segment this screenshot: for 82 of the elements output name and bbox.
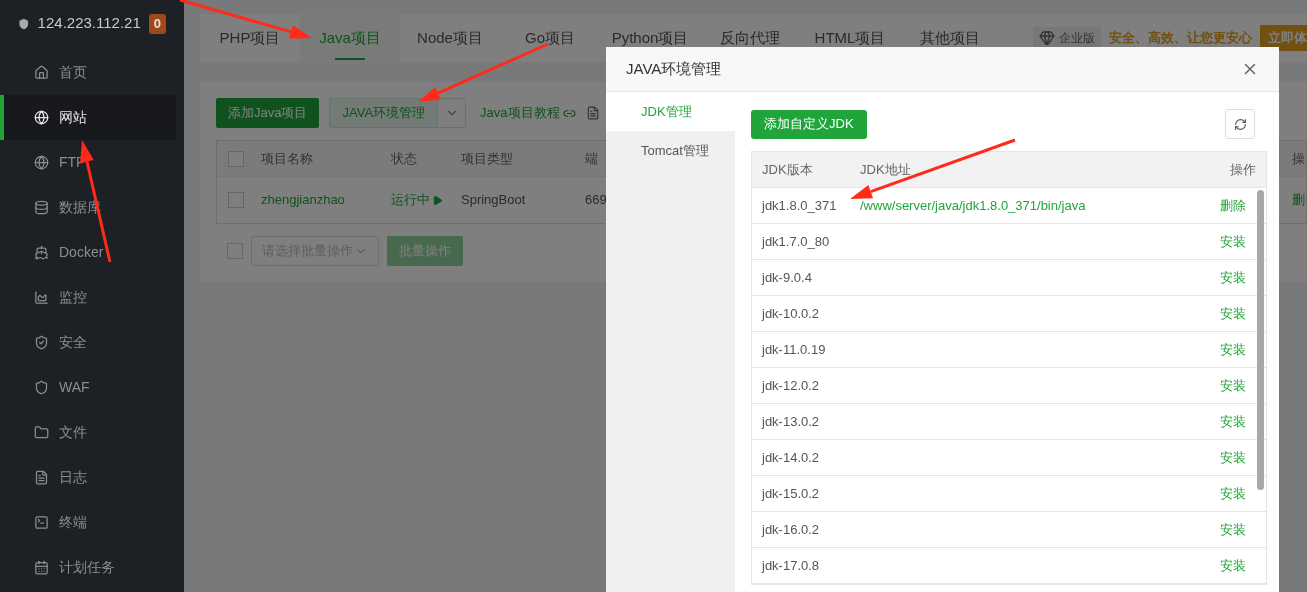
column-header: 端 — [585, 149, 599, 168]
table-cell-text: jdk-10.0.2 — [762, 304, 821, 323]
tab[interactable]: Go项目 — [500, 14, 600, 62]
table-cell-text: jdk-14.0.2 — [762, 448, 821, 467]
refresh-icon — [1233, 117, 1247, 131]
chart-icon — [34, 290, 49, 305]
home-icon — [34, 65, 49, 80]
table-cell-text: 669 — [585, 191, 608, 210]
column-header: 项目类型 — [461, 149, 514, 168]
trial-button[interactable]: 立即体 — [1260, 25, 1307, 51]
edition-badge: 企业版 — [1033, 27, 1101, 49]
ship-icon — [34, 245, 49, 260]
tutorial-link[interactable]: Java项目教程 — [480, 103, 576, 123]
folder-icon — [34, 425, 49, 440]
table-cell-text: jdk-17.0.8 — [762, 556, 821, 575]
column-header: 操 — [1292, 149, 1306, 168]
delete-link[interactable]: 删 — [1292, 190, 1306, 210]
action-link[interactable]: 安装 — [1220, 339, 1246, 360]
server-address: 124.223.112.21 — [37, 13, 141, 34]
column-header: JDK地址 — [860, 160, 912, 179]
row-checkbox[interactable] — [228, 192, 244, 208]
sidebar-item[interactable]: 安全 — [0, 320, 176, 365]
action-link[interactable]: 安装 — [1220, 555, 1246, 576]
shield-icon — [34, 380, 49, 395]
action-link[interactable]: 安装 — [1220, 447, 1246, 468]
table-cell-text: jdk-15.0.2 — [762, 484, 821, 503]
sidebar-item[interactable]: 网站 — [0, 95, 176, 140]
action-link[interactable]: 安装 — [1220, 411, 1246, 432]
notification-badge: 0 — [148, 13, 166, 34]
add-jdk-button[interactable]: 添加自定义JDK — [751, 109, 867, 139]
diamond-icon — [1039, 30, 1055, 46]
note-icon — [585, 106, 600, 120]
table-cell-text: jdk-13.0.2 — [762, 412, 821, 431]
sidebar-item[interactable]: 首页 — [0, 50, 176, 95]
row-checkbox[interactable] — [228, 150, 244, 167]
sidebar-item[interactable]: 文件 — [0, 410, 176, 455]
refresh-button[interactable] — [1225, 109, 1255, 139]
globe-icon — [34, 155, 49, 170]
action-link[interactable]: 安装 — [1220, 267, 1246, 288]
project-name-link[interactable]: zhengjianzhao — [261, 190, 391, 210]
promo-text: 安全、高效、让您更安心 — [1109, 29, 1252, 48]
action-link[interactable]: 安装 — [1220, 483, 1246, 504]
database-icon — [34, 200, 49, 215]
dialog-nav-item[interactable]: Tomcat管理 — [606, 131, 735, 170]
action-link[interactable]: 删除 — [1220, 195, 1246, 216]
tab[interactable]: Node项目 — [400, 14, 500, 62]
column-header: 操作 — [1230, 160, 1256, 179]
sidebar-item[interactable]: 日志 — [0, 455, 176, 500]
dialog-nav-item[interactable]: JDK管理 — [606, 92, 735, 131]
status-text: 运行中 — [391, 190, 461, 210]
env-split-button[interactable]: JAVA环境管理 — [329, 98, 467, 128]
action-link[interactable]: 安装 — [1220, 303, 1246, 324]
sidebar-item[interactable]: Docker — [0, 230, 176, 275]
select-all-checkbox[interactable] — [227, 243, 243, 259]
column-header: 状态 — [391, 149, 418, 168]
column-header: JDK版本 — [762, 160, 814, 179]
table-cell-text: jdk1.7.0_80 — [762, 232, 831, 251]
tab[interactable]: PHP项目 — [200, 14, 300, 62]
play-icon — [432, 194, 443, 206]
table-cell-text: jdk-12.0.2 — [762, 376, 821, 395]
table-cell-text: SpringBoot — [461, 191, 527, 210]
sidebar-item[interactable]: 终端 — [0, 500, 176, 545]
action-link[interactable]: 安装 — [1220, 519, 1246, 540]
globe-icon — [34, 110, 49, 125]
tab[interactable]: Java项目 — [300, 14, 400, 62]
sidebar-item[interactable]: 监控 — [0, 275, 176, 320]
sidebar-item[interactable]: WAF — [0, 365, 176, 410]
table-cell-text: jdk-16.0.2 — [762, 520, 821, 539]
column-header: 项目名称 — [261, 149, 314, 168]
table-cell-text: jdk-11.0.19 — [762, 340, 827, 359]
sidebar-item[interactable]: 计划任务 — [0, 545, 176, 590]
document-icon — [34, 470, 49, 485]
table-cell-text: jdk1.8.0_371 — [762, 196, 838, 215]
jdk-path: /www/server/java/jdk1.8.0_371/bin/java — [860, 197, 1086, 213]
action-link[interactable]: 安装 — [1220, 375, 1246, 396]
add-project-button[interactable]: 添加Java项目 — [216, 98, 320, 128]
calendar-icon — [34, 560, 49, 575]
shield-check-icon — [34, 335, 49, 350]
dialog-title: JAVA环境管理 — [626, 58, 722, 79]
terminal-icon — [34, 515, 49, 530]
table-cell-text: jdk-9.0.4 — [762, 268, 813, 287]
action-link[interactable]: 安装 — [1220, 231, 1246, 252]
